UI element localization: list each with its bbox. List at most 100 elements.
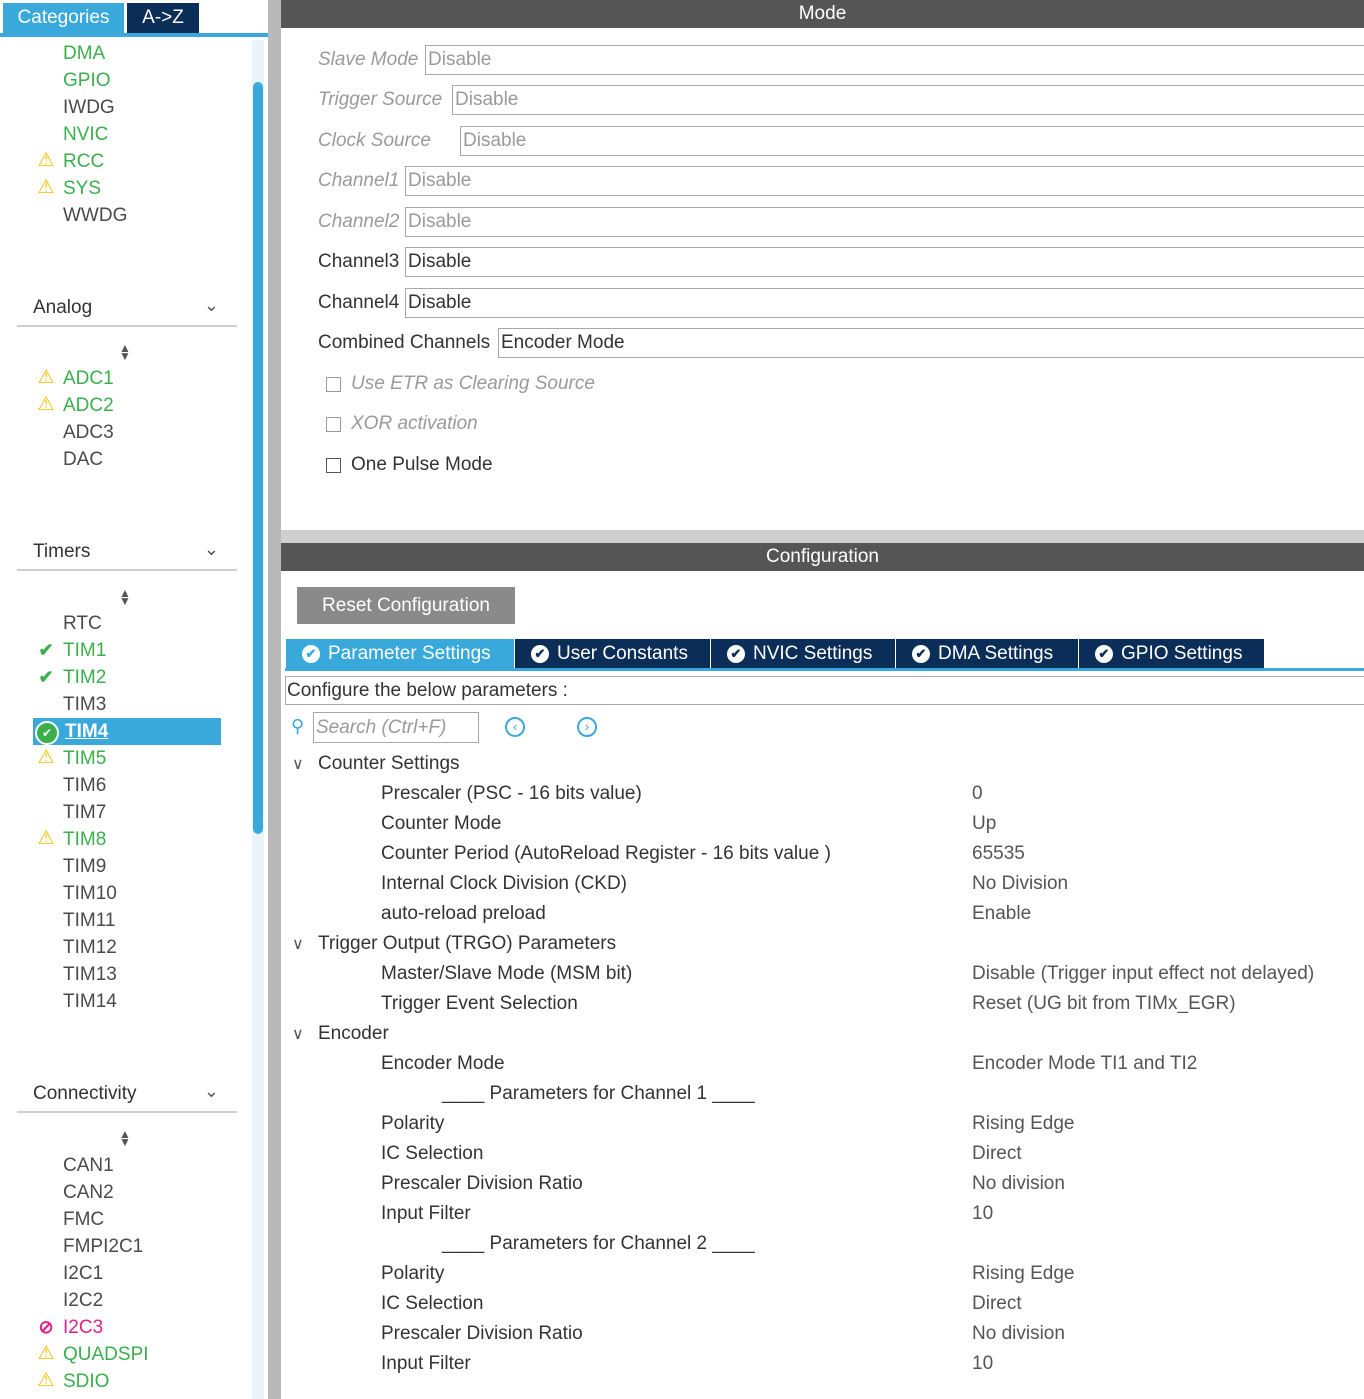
- sidebar-item-quadspi[interactable]: QUADSPI: [63, 1343, 149, 1367]
- param-name[interactable]: Input Filter: [381, 1352, 471, 1376]
- sidebar-item-rcc[interactable]: RCC: [63, 150, 104, 174]
- sort-icon[interactable]: ▲ ▼: [118, 342, 132, 362]
- sidebar-item-can1[interactable]: CAN1: [63, 1154, 114, 1178]
- tab-a-to-z[interactable]: A->Z: [127, 3, 199, 33]
- sidebar-item-i2c1[interactable]: I2C1: [63, 1262, 103, 1286]
- sidebar-item-tim13[interactable]: TIM13: [63, 963, 117, 987]
- select-channel3[interactable]: Disable: [405, 247, 1364, 277]
- panel-divider[interactable]: [281, 530, 1364, 543]
- sidebar-item-dac[interactable]: DAC: [63, 448, 103, 472]
- chevron-down-icon[interactable]: ⌄: [204, 1081, 219, 1102]
- panel-splitter[interactable]: [268, 0, 281, 1399]
- param-name[interactable]: IC Selection: [381, 1292, 483, 1316]
- param-name[interactable]: Counter Period (AutoReload Register - 16…: [381, 842, 831, 866]
- param-value[interactable]: Direct: [972, 1292, 1022, 1316]
- tab-nvic-settings[interactable]: ✔ NVIC Settings: [711, 639, 895, 669]
- sidebar-item-rtc[interactable]: RTC: [63, 612, 102, 636]
- tab-gpio-settings[interactable]: ✔ GPIO Settings: [1079, 639, 1264, 669]
- param-value[interactable]: 10: [972, 1352, 993, 1376]
- sidebar-item-tim9[interactable]: TIM9: [63, 855, 106, 879]
- sidebar-item-tim7[interactable]: TIM7: [63, 801, 106, 825]
- sidebar-item-tim12[interactable]: TIM12: [63, 936, 117, 960]
- sidebar-item-adc1[interactable]: ADC1: [63, 367, 114, 391]
- param-value[interactable]: Rising Edge: [972, 1262, 1074, 1286]
- sidebar-item-i2c2[interactable]: I2C2: [63, 1289, 103, 1313]
- sidebar-item-tim3[interactable]: TIM3: [63, 693, 106, 717]
- sidebar-item-dma[interactable]: DMA: [63, 42, 105, 66]
- sidebar-item-adc3[interactable]: ADC3: [63, 421, 114, 445]
- sort-icon[interactable]: ▲ ▼: [118, 1128, 132, 1148]
- sidebar-item-fmpi2c1[interactable]: FMPI2C1: [63, 1235, 143, 1259]
- select-channel1[interactable]: Disable: [405, 166, 1364, 196]
- tab-categories[interactable]: Categories: [3, 3, 124, 33]
- sidebar-item-can2[interactable]: CAN2: [63, 1181, 114, 1205]
- sidebar-item-tim1[interactable]: TIM1: [63, 639, 106, 663]
- search-input[interactable]: Search (Ctrl+F): [313, 712, 479, 743]
- param-name[interactable]: Input Filter: [381, 1202, 471, 1226]
- select-slave-mode[interactable]: Disable: [425, 45, 1364, 75]
- sidebar-item-iwdg[interactable]: IWDG: [63, 96, 115, 120]
- param-name[interactable]: Counter Mode: [381, 812, 501, 836]
- sidebar-item-sys[interactable]: SYS: [63, 177, 101, 201]
- param-name[interactable]: Trigger Event Selection: [381, 992, 578, 1016]
- previous-icon[interactable]: ‹: [505, 717, 525, 737]
- param-value[interactable]: No Division: [972, 872, 1068, 896]
- param-name[interactable]: Prescaler Division Ratio: [381, 1172, 583, 1196]
- param-name[interactable]: Master/Slave Mode (MSM bit): [381, 962, 632, 986]
- param-value[interactable]: Rising Edge: [972, 1112, 1074, 1136]
- sidebar-scrollbar-thumb[interactable]: [253, 82, 263, 834]
- param-name[interactable]: auto-reload preload: [381, 902, 546, 926]
- param-value[interactable]: Encoder Mode TI1 and TI2: [972, 1052, 1197, 1076]
- tab-user-constants[interactable]: ✔ User Constants: [515, 639, 710, 669]
- param-name[interactable]: Polarity: [381, 1262, 444, 1286]
- select-channel2[interactable]: Disable: [405, 207, 1364, 237]
- sidebar-item-sdio[interactable]: SDIO: [63, 1370, 109, 1394]
- chevron-down-icon[interactable]: ∨: [292, 934, 304, 954]
- checkbox-one-pulse-mode[interactable]: [326, 458, 341, 473]
- group-trigger-output-trgo-parameters[interactable]: Trigger Output (TRGO) Parameters: [318, 932, 616, 956]
- next-icon[interactable]: ›: [577, 717, 597, 737]
- param-name[interactable]: Encoder Mode: [381, 1052, 505, 1076]
- chevron-down-icon[interactable]: ⌄: [204, 295, 219, 316]
- checkbox-use-etr-as-clearing-source[interactable]: [326, 377, 341, 392]
- param-value[interactable]: No division: [972, 1322, 1065, 1346]
- sidebar-item-adc2[interactable]: ADC2: [63, 394, 114, 418]
- sidebar-item-fmc[interactable]: FMC: [63, 1208, 104, 1232]
- sidebar-item-tim8[interactable]: TIM8: [63, 828, 106, 852]
- sidebar-item-tim5[interactable]: TIM5: [63, 747, 106, 771]
- param-name[interactable]: Prescaler (PSC - 16 bits value): [381, 782, 642, 806]
- select-channel4[interactable]: Disable: [405, 288, 1364, 318]
- param-value[interactable]: Disable (Trigger input effect not delaye…: [972, 962, 1314, 986]
- param-value[interactable]: Reset (UG bit from TIMx_EGR): [972, 992, 1236, 1016]
- section-connectivity[interactable]: Connectivity ⌄: [17, 1077, 237, 1113]
- checkbox-xor-activation[interactable]: [326, 417, 341, 432]
- param-name[interactable]: IC Selection: [381, 1142, 483, 1166]
- param-value[interactable]: 0: [972, 782, 983, 806]
- select-trigger-source[interactable]: Disable: [452, 85, 1364, 115]
- param-name[interactable]: Prescaler Division Ratio: [381, 1322, 583, 1346]
- sidebar-item-gpio[interactable]: GPIO: [63, 69, 111, 93]
- tab-dma-settings[interactable]: ✔ DMA Settings: [896, 639, 1078, 669]
- sidebar-item-tim2[interactable]: TIM2: [63, 666, 106, 690]
- sidebar-item-tim6[interactable]: TIM6: [63, 774, 106, 798]
- param-value[interactable]: 10: [972, 1202, 993, 1226]
- param-name[interactable]: Internal Clock Division (CKD): [381, 872, 627, 896]
- param-value[interactable]: Direct: [972, 1142, 1022, 1166]
- chevron-down-icon[interactable]: ∨: [292, 1024, 304, 1044]
- reset-configuration-button[interactable]: Reset Configuration: [297, 587, 515, 624]
- param-value[interactable]: 65535: [972, 842, 1025, 866]
- sort-icon[interactable]: ▲ ▼: [118, 587, 132, 607]
- param-value[interactable]: Enable: [972, 902, 1031, 926]
- select-combined-channels[interactable]: Encoder Mode: [498, 328, 1364, 358]
- sidebar-item-tim10[interactable]: TIM10: [63, 882, 117, 906]
- section-timers[interactable]: Timers ⌄: [17, 535, 237, 571]
- chevron-down-icon[interactable]: ∨: [292, 754, 304, 774]
- select-clock-source[interactable]: Disable: [460, 126, 1364, 156]
- chevron-down-icon[interactable]: ⌄: [204, 539, 219, 560]
- param-value[interactable]: Up: [972, 812, 996, 836]
- sidebar-item-wwdg[interactable]: WWDG: [63, 204, 127, 228]
- sidebar-item-i2c3[interactable]: I2C3: [63, 1316, 103, 1340]
- param-value[interactable]: No division: [972, 1172, 1065, 1196]
- group-encoder[interactable]: Encoder: [318, 1022, 389, 1046]
- param-name[interactable]: Polarity: [381, 1112, 444, 1136]
